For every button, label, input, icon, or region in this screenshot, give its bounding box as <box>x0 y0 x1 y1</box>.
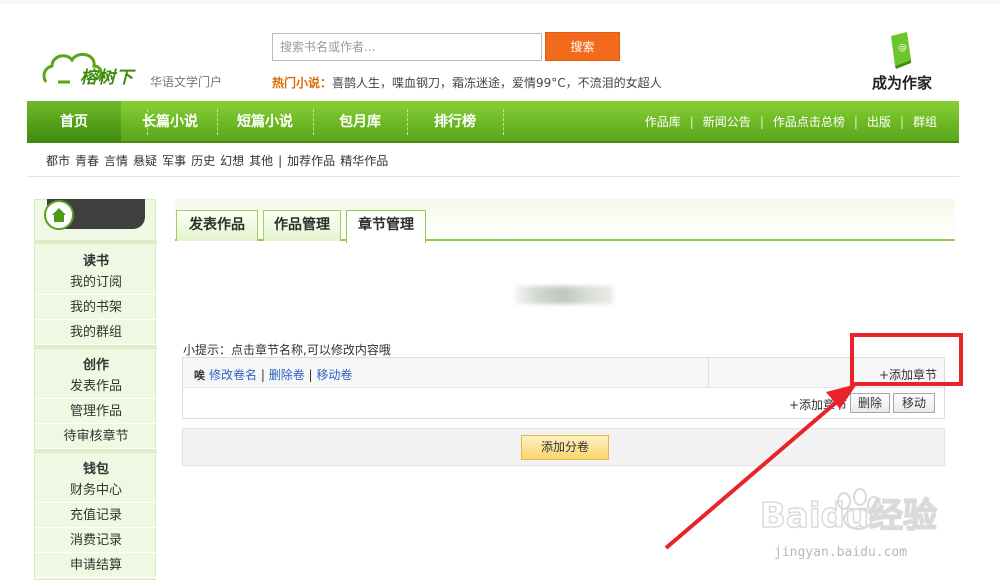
volume-icon: 唉 <box>194 369 205 382</box>
section-band <box>35 449 157 453</box>
nav-short-novels[interactable]: 短篇小说 <box>217 101 313 143</box>
move-button[interactable]: 移动 <box>893 393 935 413</box>
main-nav: 首页 长篇小说 短篇小说 包月库 排行榜 作品库 | 新闻公告 | 作品点击总榜 | 出版 |… <box>27 101 959 143</box>
search-button[interactable]: 搜索 <box>545 32 620 61</box>
hot-novels-label: 热门小说： <box>272 76 333 90</box>
genre-link[interactable]: 历史 <box>191 154 215 168</box>
become-writer-link[interactable]: 成为作家 <box>872 72 932 93</box>
volume-actions: 修改卷名 | 删除卷 | 移动卷 <box>209 368 353 382</box>
home-icon-glyph <box>52 208 66 222</box>
nav-link-news[interactable]: 新闻公告 <box>703 115 751 129</box>
nav-link-click-rank[interactable]: 作品点击总榜 <box>773 115 845 129</box>
nav-right-links: 作品库 | 新闻公告 | 作品点击总榜 | 出版 | 群组 <box>644 115 937 129</box>
sidebar-item-bookshelf[interactable]: 我的书架 <box>35 295 157 320</box>
nav-link-works[interactable]: 作品库 <box>645 115 681 129</box>
sidebar-item-manage[interactable]: 管理作品 <box>35 399 157 424</box>
sidebar-item-pending[interactable]: 待审核章节 <box>35 424 157 449</box>
genre-subnav: 都市 青春 言情 悬疑 军事 历史 幻想 其他 | 加荐作品 精华作品 <box>46 152 393 169</box>
sidebar-item-publish[interactable]: 发表作品 <box>35 374 157 399</box>
nav-link-publish[interactable]: 出版 <box>867 115 891 129</box>
blurred-book-title <box>515 286 613 304</box>
watermark-url: jingyan.baidu.com <box>774 545 908 560</box>
sidebar-item-spending[interactable]: 消费记录 <box>35 528 157 553</box>
delete-button[interactable]: 删除 <box>850 393 890 413</box>
section-band <box>35 240 157 244</box>
genre-link[interactable]: 悬疑 <box>133 154 157 168</box>
genre-link[interactable]: 幻想 <box>220 154 244 168</box>
genre-link[interactable]: 言情 <box>104 154 128 168</box>
watermark-brand: Baidu经验 <box>760 496 937 536</box>
genre-link[interactable]: 青春 <box>75 154 99 168</box>
section-band <box>35 345 157 349</box>
volume-header: 唉 修改卷名 | 删除卷 | 移动卷 +添加章节 <box>183 358 944 388</box>
home-icon[interactable] <box>44 200 74 230</box>
nav-separator <box>503 109 504 135</box>
highlight-box <box>850 333 963 386</box>
top-strip <box>0 0 1000 4</box>
tip-text: 小提示：点击章节名称,可以修改内容哦 <box>183 343 391 357</box>
hot-novels-list[interactable]: 喜鹊人生，喋血钢刀，霜冻迷途，爱情99°C，不流泪的女超人 <box>332 76 662 90</box>
genre-link[interactable]: 精华作品 <box>340 154 388 168</box>
nav-link-groups[interactable]: 群组 <box>913 115 937 129</box>
add-chapter-row-link[interactable]: +添加章节 <box>789 396 847 413</box>
search-input[interactable]: 搜索书名或作者... <box>272 33 542 61</box>
sidebar-section-wallet: 钱包 <box>82 462 109 477</box>
sidebar-item-finance[interactable]: 财务中心 <box>35 478 157 503</box>
nav-long-novels[interactable]: 长篇小说 <box>123 101 217 143</box>
tagline: 华语文学门户 <box>150 75 223 89</box>
tab-chapter-management[interactable]: 章节管理 <box>346 210 426 243</box>
sidebar-item-groups[interactable]: 我的群组 <box>35 320 157 345</box>
volume-box: 唉 修改卷名 | 删除卷 | 移动卷 +添加章节 +添加章节 删除 移动 <box>182 357 945 419</box>
subnav-separator: | <box>278 154 283 168</box>
sidebar-section-reading: 读书 <box>82 254 109 269</box>
add-volume-area: 添加分卷 <box>182 428 945 466</box>
nav-rankings[interactable]: 排行榜 <box>407 101 503 143</box>
tab-manage-works[interactable]: 作品管理 <box>263 210 341 241</box>
sidebar-item-subscriptions[interactable]: 我的订阅 <box>35 270 157 295</box>
move-volume-link[interactable]: 移动卷 <box>316 368 352 382</box>
hot-novels-row: 热门小说：喜鹊人生，喋血钢刀，霜冻迷途，爱情99°C，不流泪的女超人 <box>272 74 662 91</box>
genre-link[interactable]: 其他 <box>249 154 273 168</box>
sidebar-section-create: 创作 <box>82 358 109 373</box>
rename-volume-link[interactable]: 修改卷名 <box>209 368 257 382</box>
sidebar-item-settlement[interactable]: 申请结算 <box>35 553 157 578</box>
column-divider <box>708 358 709 388</box>
nav-home[interactable]: 首页 <box>27 101 121 143</box>
delete-volume-link[interactable]: 删除卷 <box>269 368 305 382</box>
nav-monthly-library[interactable]: 包月库 <box>313 101 407 143</box>
sidebar-item-recharge[interactable]: 充值记录 <box>35 503 157 528</box>
tab-publish-work[interactable]: 发表作品 <box>176 210 258 241</box>
page: 榕树下 华语文学门户 搜索书名或作者... 搜索 热门小说：喜鹊人生，喋血钢刀，… <box>0 0 1000 580</box>
genre-link[interactable]: 都市 <box>46 154 70 168</box>
genre-link[interactable]: 军事 <box>162 154 186 168</box>
sidebar: 读书 我的订阅 我的书架 我的群组 创作 发表作品 管理作品 待审核章节 钱包 … <box>34 199 157 580</box>
divider <box>27 176 959 177</box>
add-volume-button[interactable]: 添加分卷 <box>521 435 609 460</box>
book-icon[interactable]: @ <box>887 30 915 70</box>
genre-link[interactable]: 加荐作品 <box>287 154 335 168</box>
logo-text[interactable]: 榕树下 <box>80 63 134 88</box>
svg-text:@: @ <box>898 43 907 53</box>
